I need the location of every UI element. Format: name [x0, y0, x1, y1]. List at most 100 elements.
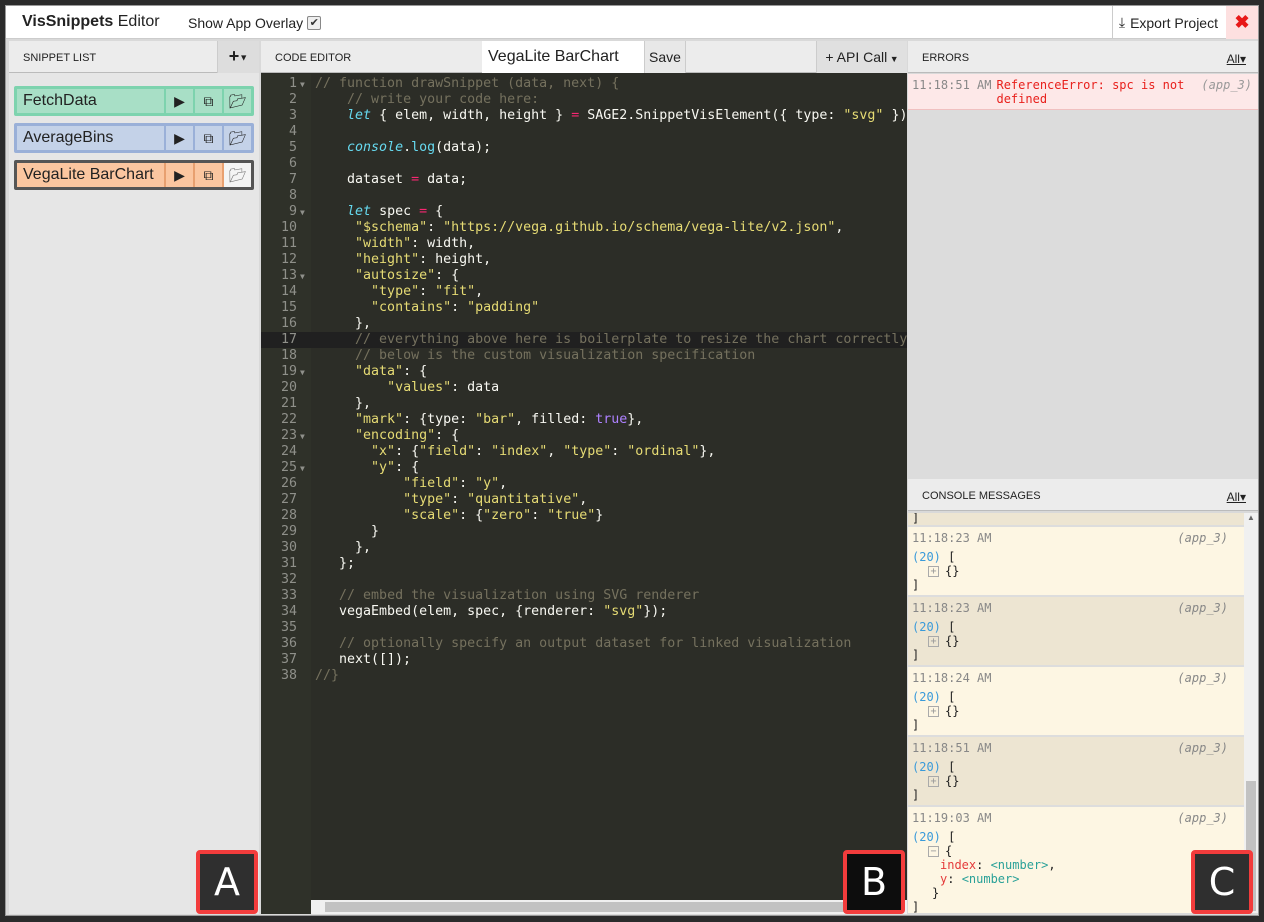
- code-line[interactable]: 16 },: [261, 316, 907, 332]
- code-line[interactable]: 30 },: [261, 540, 907, 556]
- fold-arrow-icon[interactable]: ▼: [297, 77, 315, 93]
- console-entry-partial: ]: [908, 513, 1244, 527]
- code-line[interactable]: 15 "contains": "padding": [261, 300, 907, 316]
- code-line[interactable]: 13 ▼ "autosize": {: [261, 268, 907, 284]
- code-token: }: [315, 524, 380, 539]
- overlay-checkbox[interactable]: ✔: [307, 16, 322, 30]
- snippet-item[interactable]: FetchData ▶ ⧉ 📂︎: [14, 86, 254, 116]
- code-line[interactable]: 33 // embed the visualization using SVG …: [261, 588, 907, 604]
- snippet-name-input[interactable]: VegaLite BarChart: [482, 41, 644, 73]
- code-line[interactable]: 31 };: [261, 556, 907, 572]
- code-editor-panel: CODE EDITOR VegaLite BarChart Save + API…: [261, 41, 907, 914]
- api-call-button[interactable]: + API Call ▼: [816, 41, 907, 73]
- code-token: "scale": [403, 508, 460, 523]
- code-line[interactable]: 17 // everything above here is boilerpla…: [261, 332, 907, 348]
- close-icon[interactable]: ✖: [1226, 6, 1258, 39]
- code-line[interactable]: 6: [261, 156, 907, 172]
- code-token: :: [427, 220, 444, 235]
- code-line[interactable]: 38 //}: [261, 668, 907, 684]
- code-token: // below is the custom visualization spe…: [355, 348, 756, 363]
- add-snippet-button[interactable]: +▼: [217, 41, 259, 73]
- code-line[interactable]: 5 console.log(data);: [261, 140, 907, 156]
- folder-open-icon[interactable]: 📂︎: [222, 126, 251, 150]
- snippet-name[interactable]: AverageBins: [17, 126, 164, 150]
- code-line[interactable]: 37 next([]);: [261, 652, 907, 668]
- code-area[interactable]: 1 ▼// function drawSnippet (data, next) {…: [261, 76, 907, 684]
- code-line[interactable]: 1 ▼// function drawSnippet (data, next) {: [261, 76, 907, 92]
- code-line[interactable]: 7 dataset = data;: [261, 172, 907, 188]
- code-line[interactable]: 25 ▼ "y": {: [261, 460, 907, 476]
- code-line[interactable]: 3 let { elem, width, height } = SAGE2.Sn…: [261, 108, 907, 124]
- code-line[interactable]: 32: [261, 572, 907, 588]
- code-line[interactable]: 9 ▼ let spec = {: [261, 204, 907, 220]
- code-line[interactable]: 8: [261, 188, 907, 204]
- line-number: 34: [280, 604, 297, 619]
- fold-arrow-icon[interactable]: ▼: [297, 205, 315, 221]
- expand-icon[interactable]: +: [928, 776, 939, 787]
- line-number: 5: [288, 140, 297, 155]
- code-line[interactable]: 4: [261, 124, 907, 140]
- code-line[interactable]: 21 },: [261, 396, 907, 412]
- folder-open-icon[interactable]: 📂︎: [222, 163, 251, 187]
- code-line[interactable]: 29 }: [261, 524, 907, 540]
- line-number: 29: [280, 524, 297, 539]
- horizontal-scrollbar[interactable]: [311, 900, 907, 914]
- code-line[interactable]: 23 ▼ "encoding": {: [261, 428, 907, 444]
- code-line[interactable]: 35: [261, 620, 907, 636]
- line-number: 37: [280, 652, 297, 667]
- copy-icon[interactable]: ⧉: [193, 163, 222, 187]
- fold-arrow-icon[interactable]: ▼: [297, 429, 315, 445]
- code-line[interactable]: 20 "values": data: [261, 380, 907, 396]
- code-token: "type": [403, 492, 452, 507]
- code-line[interactable]: 14 "type": "fit",: [261, 284, 907, 300]
- export-project-button[interactable]: ⤓ Export Project: [1111, 6, 1224, 39]
- run-icon[interactable]: ▶: [164, 163, 193, 187]
- code-token: : {: [435, 428, 460, 443]
- code-line[interactable]: 26 "field": "y",: [261, 476, 907, 492]
- fold-arrow-icon[interactable]: ▼: [297, 269, 315, 285]
- code-line[interactable]: 24 "x": {"field": "index", "type": "ordi…: [261, 444, 907, 460]
- copy-icon[interactable]: ⧉: [193, 126, 222, 150]
- errors-filter-dropdown[interactable]: All▾: [1227, 52, 1246, 66]
- collapse-icon[interactable]: −: [928, 846, 939, 857]
- code-line[interactable]: 19 ▼ "data": {: [261, 364, 907, 380]
- code-line[interactable]: 34 vegaEmbed(elem, spec, {renderer: "svg…: [261, 604, 907, 620]
- code-editor-title: CODE EDITOR: [275, 52, 352, 64]
- copy-icon[interactable]: ⧉: [193, 89, 222, 113]
- snippet-item[interactable]: VegaLite BarChart ▶ ⧉ 📂︎: [14, 160, 254, 190]
- expand-icon[interactable]: +: [928, 566, 939, 577]
- code-line[interactable]: 12 "height": height,: [261, 252, 907, 268]
- code-token: },: [699, 444, 716, 459]
- console-filter-dropdown[interactable]: All▾: [1227, 490, 1246, 504]
- code-token: });: [643, 604, 668, 619]
- expand-icon[interactable]: +: [928, 636, 939, 647]
- snippet-name[interactable]: FetchData: [17, 89, 164, 113]
- show-app-overlay-toggle[interactable]: Show App Overlay ✔: [188, 15, 322, 31]
- run-icon[interactable]: ▶: [164, 126, 193, 150]
- code-line[interactable]: 22 "mark": {type: "bar", filled: true},: [261, 412, 907, 428]
- fold-arrow-icon[interactable]: ▼: [297, 365, 315, 381]
- expand-icon[interactable]: +: [928, 706, 939, 717]
- code-token: // write your code here:: [347, 92, 540, 107]
- line-number: 17: [280, 332, 297, 347]
- folder-open-icon[interactable]: 📂︎: [222, 89, 251, 113]
- code-token: (data);: [435, 140, 492, 155]
- code-line[interactable]: 2 // write your code here:: [261, 92, 907, 108]
- run-icon[interactable]: ▶: [164, 89, 193, 113]
- fold-arrow-icon[interactable]: ▼: [297, 461, 315, 477]
- scrollbar-thumb[interactable]: [325, 902, 895, 912]
- code-line[interactable]: 36 // optionally specify an output datas…: [261, 636, 907, 652]
- code-line[interactable]: 28 "scale": {"zero": "true"}: [261, 508, 907, 524]
- code-line[interactable]: 11 "width": width,: [261, 236, 907, 252]
- save-button[interactable]: Save: [644, 41, 686, 73]
- scroll-up-icon[interactable]: ▲: [1244, 513, 1258, 522]
- snippet-item[interactable]: AverageBins ▶ ⧉ 📂︎: [14, 123, 254, 153]
- snippet-name[interactable]: VegaLite BarChart: [17, 163, 164, 187]
- code-token: "width": [355, 236, 412, 251]
- line-number: 16: [280, 316, 297, 331]
- code-line[interactable]: 27 "type": "quantitative",: [261, 492, 907, 508]
- code-line[interactable]: 10 "$schema": "https://vega.github.io/sc…: [261, 220, 907, 236]
- code-line[interactable]: 18 // below is the custom visualization …: [261, 348, 907, 364]
